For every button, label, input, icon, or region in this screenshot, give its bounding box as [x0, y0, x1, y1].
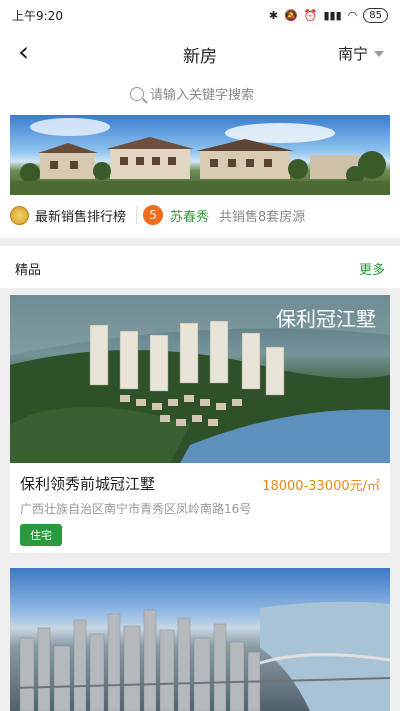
medal-icon	[10, 205, 29, 225]
city-label: 南宁	[337, 45, 368, 63]
sales-ranking-row[interactable]: 最新销售排行榜 5 苏春秀 共销售8套房源	[0, 200, 400, 230]
sales-summary: 共销售8套房源	[219, 209, 306, 225]
city-skyline-illustration	[10, 601, 390, 711]
agent-name: 苏春秀	[170, 209, 210, 225]
listing-image: 保利冠江墅	[10, 295, 390, 463]
status-bar: 上午9:20 ✱ 🔕 ⏰ ▮▮▮ ◠ 85	[0, 0, 400, 30]
top-nav: ‹ 新房 南宁	[0, 30, 400, 76]
more-link[interactable]: 更多	[359, 259, 385, 278]
signal-icon: ▮▮▮	[323, 8, 342, 22]
mute-icon: 🔕	[284, 8, 298, 22]
search-icon	[130, 86, 144, 101]
wifi-icon: ◠	[347, 8, 358, 22]
chevron-down-icon	[374, 50, 384, 57]
alarm-icon: ⏰	[303, 8, 318, 22]
banner-section: 最新销售排行榜 5 苏春秀 共销售8套房源	[0, 112, 400, 238]
search-input[interactable]: 请输入关键字搜索	[130, 84, 254, 103]
villa-illustration	[10, 118, 390, 195]
status-icons: ✱ 🔕 ⏰ ▮▮▮ ◠ 85	[268, 7, 388, 23]
divider	[136, 206, 138, 224]
search-placeholder: 请输入关键字搜索	[150, 88, 255, 103]
listing-card[interactable]	[10, 568, 390, 711]
banner-image[interactable]	[10, 115, 390, 195]
featured-section-header: 精品 更多	[0, 246, 400, 288]
listing-price: 18000-33000元/㎡	[262, 479, 380, 494]
section-title: 精品	[15, 263, 42, 278]
brand-logo: 保利冠江墅	[276, 307, 376, 331]
listing-name: 保利领秀前城冠江墅	[20, 475, 156, 493]
listing-area: 保利冠江墅 保利领秀前城冠江墅 18000-33000元/㎡ 广西壮族自治区南宁…	[0, 288, 400, 711]
battery-icon: 85	[363, 7, 388, 23]
listing-type-tag: 住宅	[20, 524, 62, 546]
ranking-title: 最新销售排行榜	[35, 209, 127, 225]
status-time: 上午9:20	[12, 8, 63, 23]
city-selector[interactable]: 南宁	[338, 43, 384, 64]
listing-address: 广西壮族自治区南宁市青秀区凤岭南路16号	[20, 502, 252, 516]
search-bar[interactable]: 请输入关键字搜索	[0, 76, 400, 112]
rank-badge: 5	[143, 205, 164, 225]
listing-image	[10, 568, 390, 711]
bluetooth-icon: ✱	[268, 8, 279, 22]
listing-card[interactable]: 保利冠江墅 保利领秀前城冠江墅 18000-33000元/㎡ 广西壮族自治区南宁…	[10, 295, 390, 553]
